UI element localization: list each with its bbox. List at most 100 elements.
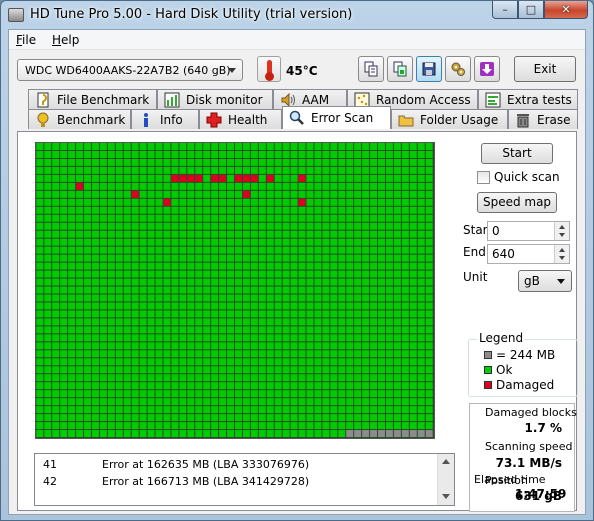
scan-block-ok (346, 422, 354, 430)
scan-block-ok (68, 262, 76, 270)
scan-block-ok (139, 158, 147, 166)
tab-extra-tests[interactable]: Extra tests (478, 89, 578, 109)
title-bar[interactable]: HD Tune Pro 5.00 - Hard Disk Utility (tr… (1, 1, 593, 29)
scan-block-ok (378, 422, 385, 430)
download-button[interactable] (474, 56, 500, 82)
scan-block-ok (187, 143, 195, 150)
scan-block-ok (44, 222, 52, 230)
scan-block-ok (171, 390, 179, 398)
scan-block-ok (139, 270, 147, 278)
scan-block-ok (60, 230, 68, 238)
scan-block-ok (91, 350, 99, 358)
start-spinner[interactable] (554, 222, 569, 240)
scan-block-ok (211, 150, 219, 158)
scan-block-ok (179, 143, 187, 150)
scan-block-ok (266, 342, 274, 350)
scan-block-ok (76, 430, 84, 438)
scan-block-ok (211, 334, 219, 342)
scan-block-ok (203, 150, 211, 158)
scan-block-ok (163, 294, 171, 302)
scan-block-ok (314, 318, 322, 326)
tab-health[interactable]: Health (199, 109, 282, 129)
scan-block-ok (139, 294, 147, 302)
scan-block-ok (99, 366, 107, 374)
scan-block-ok (179, 254, 187, 262)
tab-erase[interactable]: Erase (508, 109, 578, 129)
scan-block-ok (417, 158, 425, 166)
scan-block-ok (219, 318, 227, 326)
scan-block-ok (68, 366, 76, 374)
scan-block-ok (36, 286, 44, 294)
scan-block-ok (60, 182, 68, 190)
scan-block-ok (274, 174, 282, 182)
scan-block-ok (155, 174, 163, 182)
end-spinner[interactable] (554, 245, 569, 263)
scan-block-ok (354, 190, 362, 198)
scan-block-ok (211, 190, 219, 198)
start-field[interactable]: 0 (487, 221, 570, 241)
scan-block-ok (338, 230, 346, 238)
tab-file-benchmark[interactable]: File Benchmark (28, 89, 157, 109)
start-button[interactable]: Start (481, 143, 553, 164)
scan-block-ok (227, 414, 235, 422)
unit-select[interactable]: gB (518, 270, 572, 292)
scan-block-ok (409, 334, 417, 342)
tab-benchmark[interactable]: Benchmark (28, 109, 131, 129)
scan-block-ok (68, 358, 76, 366)
tab-info[interactable]: Info (131, 109, 199, 129)
options-button[interactable] (445, 56, 471, 82)
end-field[interactable]: 640 (487, 244, 570, 264)
menu-file[interactable]: File (16, 33, 36, 47)
scan-block-ok (282, 174, 290, 182)
scan-block-ok (385, 150, 393, 158)
scan-block-ok (354, 382, 362, 390)
scan-block-ok (52, 430, 60, 438)
scan-block-ok (298, 206, 306, 214)
scan-block-ok (362, 334, 370, 342)
save-button[interactable] (416, 56, 442, 82)
scan-block-ok (354, 278, 362, 286)
scan-block-ok (99, 198, 107, 206)
scan-block-ok (211, 246, 219, 254)
copy-screenshot-button[interactable] (387, 56, 413, 82)
scan-block-ok (219, 414, 227, 422)
scan-block-ok (290, 342, 298, 350)
scan-block-ok (393, 326, 401, 334)
scan-block-ok (171, 182, 179, 190)
scan-block-ok (123, 390, 131, 398)
tab-disk-monitor[interactable]: Disk monitor (157, 89, 273, 109)
scan-block-ok (330, 246, 338, 254)
scan-block-ok (91, 430, 99, 438)
scan-block-damaged (211, 174, 219, 182)
scan-block-ok (242, 262, 250, 270)
exit-button[interactable]: Exit (514, 56, 576, 82)
scan-block-ok (91, 382, 99, 390)
scan-block-ok (91, 342, 99, 350)
tab-folder-usage[interactable]: Folder Usage (391, 109, 508, 129)
scan-block-ok (258, 310, 266, 318)
scroll-down-icon[interactable] (442, 494, 450, 499)
scan-block-ok (187, 350, 195, 358)
maximize-button[interactable]: □ (518, 1, 544, 19)
scan-block-ok (147, 190, 155, 198)
scan-block-ok (314, 294, 322, 302)
close-button[interactable]: ✕ (544, 1, 588, 19)
speed-map-button[interactable]: Speed map (477, 192, 557, 213)
drive-select[interactable]: WDC WD6400AAKS-22A7B2 (640 gB) (17, 59, 243, 81)
scan-block-ok (91, 302, 99, 310)
menu-help[interactable]: Help (52, 33, 79, 47)
minimize-button[interactable]: – (492, 1, 518, 19)
quick-scan-checkbox[interactable] (477, 171, 490, 184)
scan-block-ok (91, 166, 99, 174)
scan-block-ok (290, 166, 298, 174)
scan-block-ok (274, 358, 282, 366)
tab-error-scan[interactable]: Error Scan (282, 106, 391, 129)
scroll-up-icon[interactable] (442, 459, 450, 464)
error-log-list[interactable]: 41 Error at 162635 MB (LBA 333076976) 42… (34, 453, 455, 506)
scan-block-ok (36, 222, 44, 230)
log-scrollbar[interactable] (437, 454, 454, 505)
copy-text-button[interactable] (358, 56, 384, 82)
scan-block-ok (242, 143, 250, 150)
scan-block-ok (107, 278, 115, 286)
scan-block-ok (52, 374, 60, 382)
